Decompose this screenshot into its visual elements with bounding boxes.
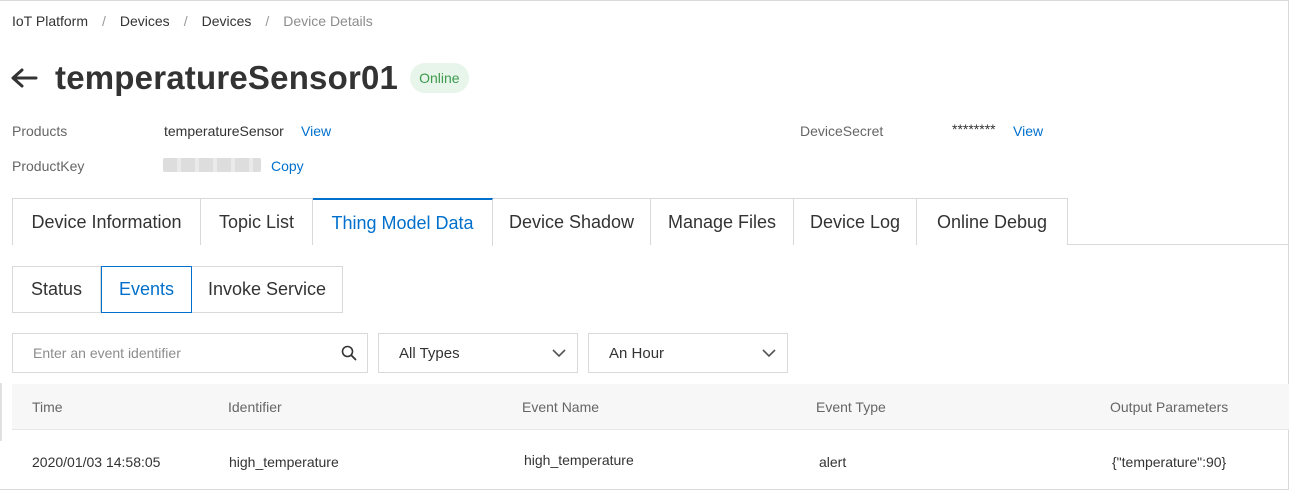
table-left-edge [0,383,2,441]
tab-device-shadow[interactable]: Device Shadow [493,198,651,245]
column-header-time: Time [32,399,63,415]
tab-online-debug[interactable]: Online Debug [917,198,1068,245]
breadcrumb-devices-list[interactable]: Devices [202,13,252,29]
event-identifier-search-input[interactable] [13,335,323,371]
time-range-select-value: An Hour [609,344,665,362]
subtab-events[interactable]: Events [101,266,192,313]
productkey-label: ProductKey [12,158,85,174]
cell-event-type: alert [819,454,847,470]
breadcrumb-iot-platform[interactable]: IoT Platform [12,13,88,29]
chevron-down-icon [551,345,567,361]
event-type-select-value: All Types [399,344,460,362]
chevron-down-icon [761,345,777,361]
breadcrumb-separator: / [183,13,188,29]
breadcrumb-separator: / [265,13,270,29]
time-range-select[interactable]: An Hour [588,333,788,373]
main-tabs: Device Information Topic List Thing Mode… [12,198,1289,246]
status-badge: Online [410,63,469,93]
breadcrumb-devices[interactable]: Devices [120,13,170,29]
devicesecret-value: ******** [952,121,996,137]
productkey-copy-link[interactable]: Copy [271,158,304,174]
table-header: Time Identifier Event Name Event Type Ou… [12,384,1289,430]
table-row: 2020/01/03 14:58:05 high_temperature hig… [12,430,1289,488]
productkey-masked-value [163,158,261,172]
title-row: temperatureSensor01 Online [10,58,469,98]
breadcrumb-separator: / [102,13,106,29]
products-value: temperatureSensor [164,123,284,139]
subtab-invoke-service[interactable]: Invoke Service [192,266,343,313]
breadcrumb: IoT Platform / Devices / Devices / Devic… [12,11,373,31]
column-header-output-parameters: Output Parameters [1110,399,1229,415]
tab-thing-model-data[interactable]: Thing Model Data [313,198,493,246]
column-header-event-name: Event Name [522,399,600,415]
products-view-link[interactable]: View [301,123,331,139]
column-header-identifier: Identifier [228,399,282,415]
tab-topic-list[interactable]: Topic List [201,198,313,245]
search-icon[interactable] [341,345,357,361]
tab-device-information[interactable]: Device Information [12,198,201,245]
tab-device-log[interactable]: Device Log [794,198,917,245]
subtab-status[interactable]: Status [12,266,101,313]
cell-identifier: high_temperature [229,454,339,470]
sub-tabs: Status Events Invoke Service [12,266,343,313]
products-label: Products [12,123,68,139]
devicesecret-label: DeviceSecret [800,123,884,139]
tab-manage-files[interactable]: Manage Files [651,198,794,245]
cell-event-name: high_temperature [524,452,634,468]
search-box [12,333,368,373]
breadcrumb-device-details: Device Details [283,13,373,29]
devicesecret-view-link[interactable]: View [1013,123,1043,139]
page-title: temperatureSensor01 [55,59,399,96]
column-header-event-type: Event Type [816,399,886,415]
cell-time: 2020/01/03 14:58:05 [32,454,161,470]
event-type-select[interactable]: All Types [378,333,578,373]
arrow-left-icon[interactable] [10,63,40,93]
cell-output-parameters: {"temperature":90} [1112,454,1227,470]
